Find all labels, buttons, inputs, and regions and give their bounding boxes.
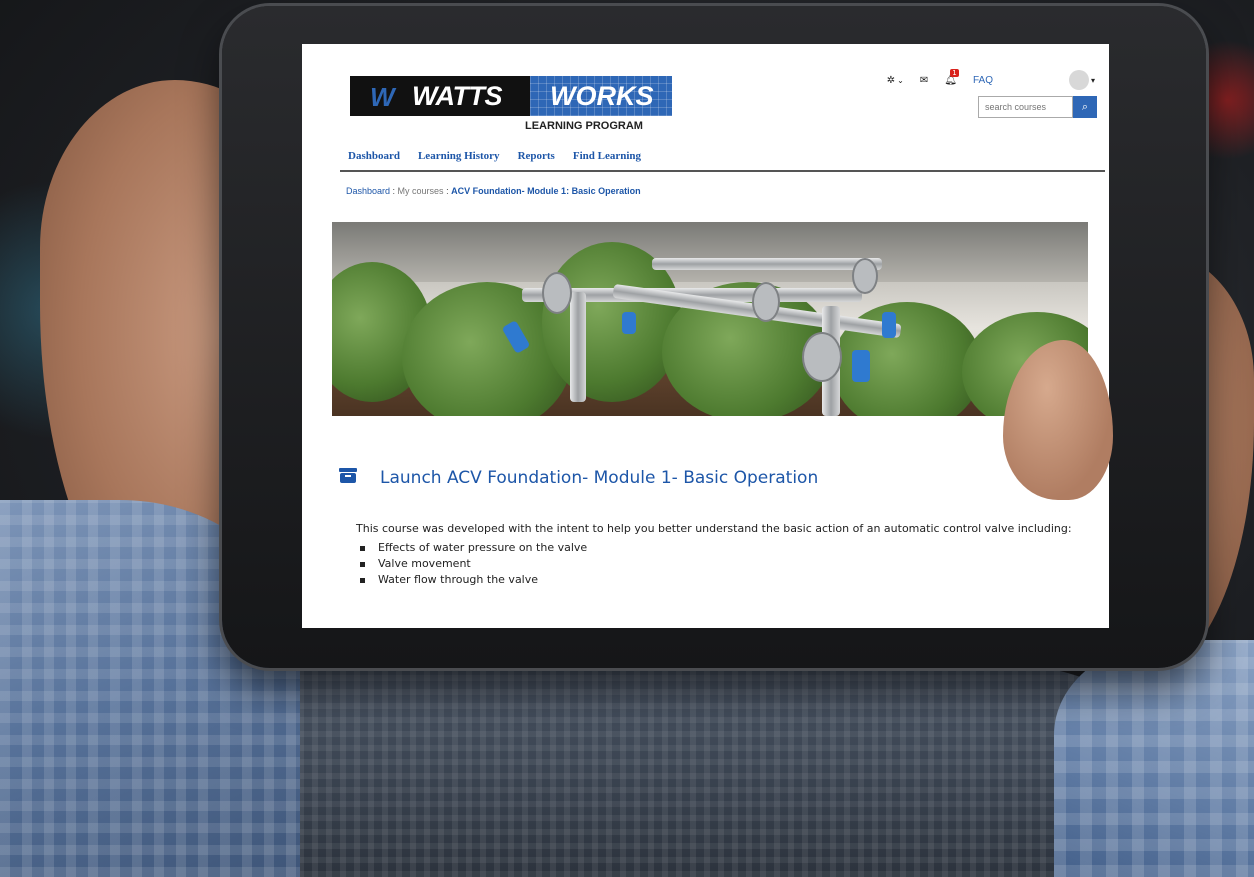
logo-subtitle: LEARNING PROGRAM bbox=[525, 120, 643, 132]
chevron-down-icon: ⌄ bbox=[897, 75, 904, 85]
breadcrumb-dashboard[interactable]: Dashboard bbox=[346, 186, 390, 196]
hero-flange bbox=[802, 332, 842, 382]
avatar bbox=[1068, 70, 1089, 90]
gear-icon: ✲ bbox=[886, 74, 896, 86]
breadcrumb-separator: : bbox=[443, 186, 452, 196]
breadcrumb-separator: : bbox=[390, 186, 398, 196]
hero-valve-handle bbox=[622, 312, 636, 334]
breadcrumb: Dashboard : My courses : ACV Foundation-… bbox=[346, 186, 641, 196]
hero-flange bbox=[852, 258, 878, 294]
caret-down-icon: ▾ bbox=[1090, 75, 1095, 85]
messages-button[interactable]: ✉ bbox=[920, 75, 928, 86]
watts-works-logo[interactable]: W WATTS WORKS LEARNING PROGRAM bbox=[350, 76, 672, 136]
settings-menu[interactable]: ✲ ⌄ bbox=[887, 75, 904, 86]
user-menu[interactable]: ▾ bbox=[1068, 70, 1095, 90]
nav-reports[interactable]: Reports bbox=[518, 150, 555, 162]
faq-link[interactable]: FAQ bbox=[973, 75, 993, 86]
nav-learning-history[interactable]: Learning History bbox=[418, 150, 500, 162]
nav-dashboard[interactable]: Dashboard bbox=[348, 150, 400, 162]
primary-nav: Dashboard Learning History Reports Find … bbox=[348, 150, 641, 162]
hero-flange bbox=[752, 282, 780, 322]
user-toolbar: ✲ ⌄ ✉ 🔔︎ 1 FAQ ▾ bbox=[887, 68, 1095, 90]
search-button[interactable]: ⌕ bbox=[1073, 96, 1097, 118]
course-description: This course was developed with the inten… bbox=[356, 522, 1072, 535]
list-item: Valve movement bbox=[358, 556, 587, 572]
course-objectives: Effects of water pressure on the valve V… bbox=[358, 540, 587, 588]
nav-divider bbox=[340, 170, 1105, 172]
hero-valve-handle bbox=[882, 312, 896, 338]
logo-mark: W bbox=[370, 82, 394, 112]
breadcrumb-my-courses[interactable]: My courses bbox=[398, 186, 444, 196]
tablet-screen: W WATTS WORKS LEARNING PROGRAM ✲ ⌄ ✉ 🔔︎ … bbox=[302, 44, 1109, 628]
list-item: Effects of water pressure on the valve bbox=[358, 540, 587, 556]
search-icon: ⌕ bbox=[1081, 100, 1089, 113]
logo-works-text: WORKS bbox=[550, 81, 654, 111]
hero-pipe bbox=[570, 292, 586, 402]
package-icon bbox=[339, 468, 357, 483]
breadcrumb-current: ACV Foundation- Module 1: Basic Operatio… bbox=[451, 186, 641, 196]
notification-badge: 1 bbox=[950, 68, 959, 77]
launch-course-link[interactable]: Launch ACV Foundation- Module 1- Basic O… bbox=[380, 468, 818, 488]
course-search: ⌕ bbox=[978, 96, 1097, 118]
hero-flange bbox=[542, 272, 572, 314]
search-input[interactable] bbox=[978, 96, 1073, 118]
hero-valve-handle bbox=[852, 350, 870, 382]
right-sleeve bbox=[1054, 640, 1254, 877]
notifications-button[interactable]: 🔔︎ 1 bbox=[944, 68, 959, 86]
nav-find-learning[interactable]: Find Learning bbox=[573, 150, 641, 162]
course-hero-image bbox=[332, 222, 1088, 416]
envelope-icon: ✉ bbox=[919, 74, 929, 86]
hero-pipe bbox=[652, 258, 882, 270]
logo-watts-text: WATTS bbox=[412, 81, 502, 111]
hero-wall bbox=[332, 222, 1088, 282]
list-item: Water flow through the valve bbox=[358, 572, 587, 588]
